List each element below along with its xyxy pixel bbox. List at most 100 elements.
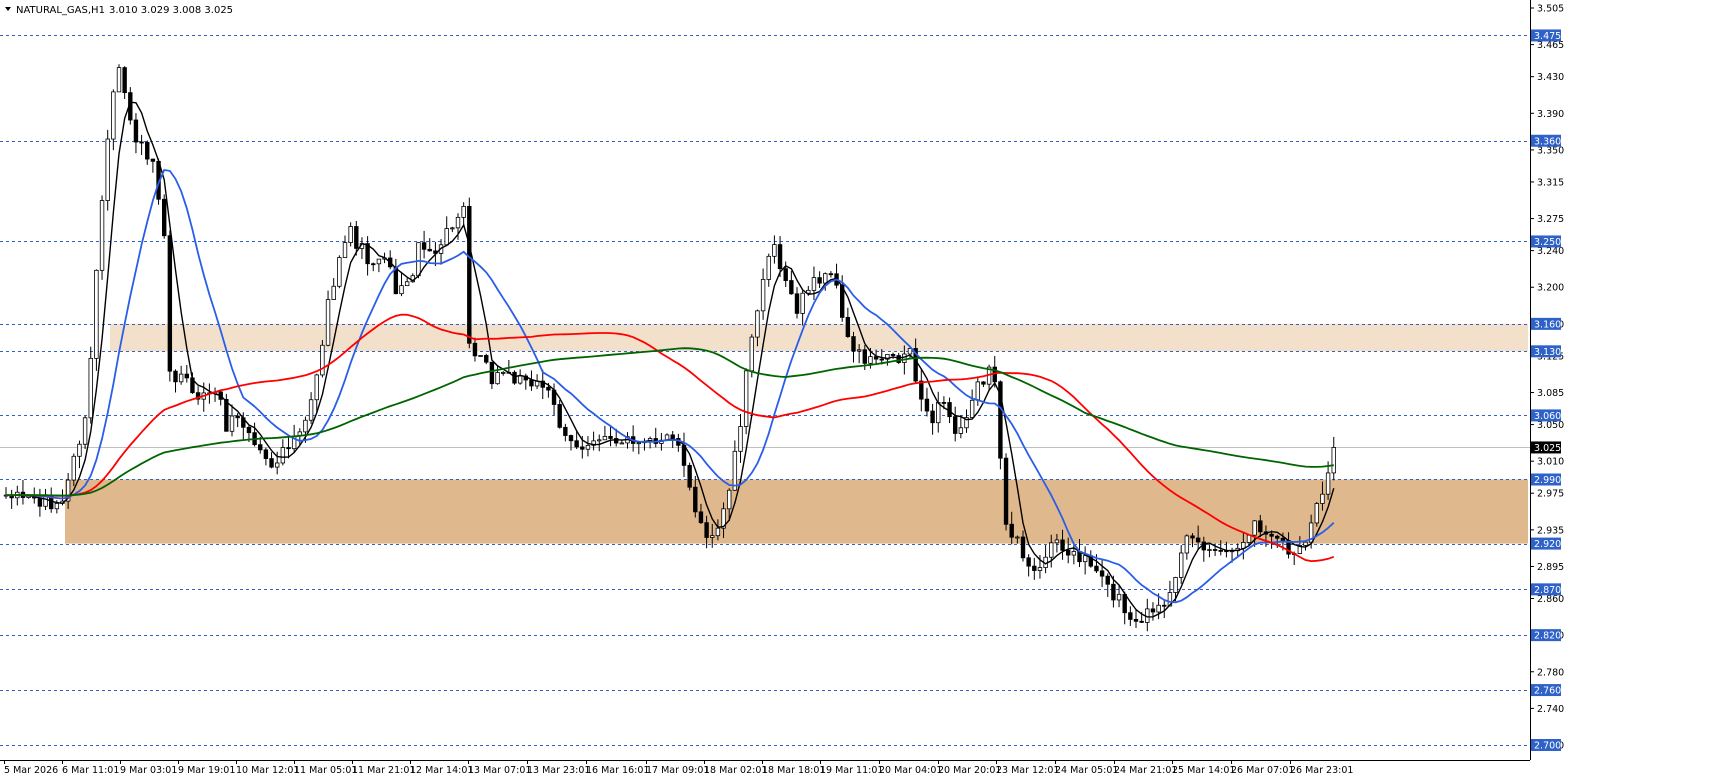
candle bbox=[743, 368, 749, 435]
candle-body bbox=[150, 158, 156, 162]
candle-body bbox=[461, 205, 466, 218]
candle-body bbox=[670, 434, 675, 439]
candle-body bbox=[421, 242, 427, 250]
candle-body bbox=[811, 277, 817, 291]
candle-body bbox=[1111, 583, 1116, 601]
candle bbox=[105, 129, 110, 211]
price-badge-label: 3.060 bbox=[1534, 411, 1561, 422]
candle-body bbox=[1246, 534, 1252, 543]
candle-body bbox=[274, 462, 280, 468]
candle-body bbox=[1207, 549, 1212, 551]
candle-body bbox=[167, 235, 173, 372]
candle-body bbox=[1258, 520, 1263, 533]
time-tick-label: 12 Mar 14:01 bbox=[410, 765, 473, 776]
time-tick-label: 10 Mar 12:01 bbox=[236, 765, 299, 776]
candle-body bbox=[116, 67, 122, 93]
candle-body bbox=[1009, 523, 1014, 538]
candle-body bbox=[1162, 604, 1167, 607]
chart-header: NATURAL_GAS,H1 3.010 3.029 3.008 3.025 bbox=[5, 5, 233, 16]
candle-body bbox=[229, 415, 235, 432]
price-badge-label: 2.700 bbox=[1534, 741, 1561, 752]
candle-body bbox=[1252, 520, 1257, 536]
candle-body bbox=[749, 336, 754, 372]
candle-body bbox=[1128, 612, 1133, 620]
candle-body bbox=[1190, 535, 1195, 539]
candle-body bbox=[919, 380, 924, 400]
candle-body bbox=[354, 226, 359, 249]
time-tick-label: 9 Mar 19:01 bbox=[178, 765, 235, 776]
candle-body bbox=[574, 440, 579, 448]
candle-body bbox=[698, 511, 704, 524]
candle-body bbox=[1179, 552, 1184, 578]
candle bbox=[320, 340, 325, 378]
candle-body bbox=[777, 244, 783, 270]
candle-body bbox=[710, 535, 715, 538]
candle bbox=[94, 269, 99, 371]
candle-body bbox=[1184, 535, 1190, 554]
time-tick-label: 18 Mar 18:01 bbox=[762, 765, 825, 776]
candle-body bbox=[902, 353, 907, 363]
candle-body bbox=[856, 349, 862, 352]
candle-body bbox=[495, 372, 500, 385]
price-badge-label: 3.130 bbox=[1534, 347, 1561, 358]
time-tick-label: 20 Mar 04:01 bbox=[879, 765, 942, 776]
candle-body bbox=[1054, 539, 1060, 544]
candle-body bbox=[693, 486, 698, 513]
candle-body bbox=[337, 257, 342, 287]
candle-body bbox=[681, 444, 687, 466]
price-tick-label: 3.275 bbox=[1537, 214, 1564, 225]
time-tick-label: 11 Mar 21:01 bbox=[352, 765, 415, 776]
candle-body bbox=[936, 402, 941, 424]
candle-body bbox=[314, 374, 319, 401]
candle-body bbox=[817, 277, 822, 284]
candle-body bbox=[37, 497, 43, 507]
candle-body bbox=[941, 402, 947, 404]
candle-body bbox=[766, 255, 771, 280]
support-resistance-zone bbox=[65, 479, 1528, 544]
price-chart[interactable]: 3.5053.4653.4303.3903.3503.3153.2753.240… bbox=[0, 0, 1712, 776]
candle-body bbox=[427, 248, 432, 252]
candle-body bbox=[1156, 604, 1161, 613]
candle-body bbox=[280, 447, 286, 464]
chart-root[interactable]: 3.505 3.465 3.430 3.390 3.350 3.315 3.275 3.240… bbox=[0, 0, 1712, 776]
candle-body bbox=[738, 426, 743, 452]
candle-body bbox=[263, 449, 269, 459]
time-tick-label: 13 Mar 07:01 bbox=[468, 765, 531, 776]
candle-body bbox=[1071, 551, 1077, 556]
candle-body bbox=[1275, 535, 1280, 539]
candle-body bbox=[444, 228, 449, 246]
candle-body bbox=[161, 198, 167, 237]
candle-body bbox=[602, 435, 608, 441]
candle-body bbox=[269, 458, 274, 468]
candle-body bbox=[1325, 472, 1331, 495]
candle-body bbox=[1303, 541, 1308, 546]
candle bbox=[116, 64, 122, 93]
candle-body bbox=[224, 398, 229, 432]
price-badge-label: 3.360 bbox=[1534, 136, 1561, 147]
price-tick-label: 2.780 bbox=[1537, 667, 1564, 678]
candle-body bbox=[82, 417, 88, 445]
candle-body bbox=[1195, 537, 1201, 543]
candle-body bbox=[512, 371, 517, 384]
candle-body bbox=[868, 356, 873, 364]
candle bbox=[687, 462, 692, 491]
candle-body bbox=[1049, 542, 1054, 558]
candle-body bbox=[1116, 593, 1122, 601]
candle-body bbox=[467, 205, 472, 344]
candle-body bbox=[1015, 536, 1020, 539]
candle-body bbox=[1037, 567, 1043, 571]
time-tick-label: 24 Mar 21:01 bbox=[1114, 765, 1177, 776]
price-tick-label: 3.390 bbox=[1537, 109, 1564, 120]
candle-body bbox=[1150, 608, 1156, 613]
candle-body bbox=[1173, 577, 1178, 593]
candle-body bbox=[1218, 549, 1223, 552]
price-badge-label: 2.990 bbox=[1534, 475, 1561, 486]
candle-body bbox=[1105, 575, 1110, 585]
candle bbox=[167, 230, 173, 382]
candle-body bbox=[1026, 557, 1031, 567]
candle-body bbox=[478, 355, 483, 357]
candle-body bbox=[890, 353, 896, 356]
candle bbox=[512, 370, 517, 385]
candle-body bbox=[111, 91, 116, 140]
time-tick-label: 17 Mar 09:01 bbox=[646, 765, 709, 776]
